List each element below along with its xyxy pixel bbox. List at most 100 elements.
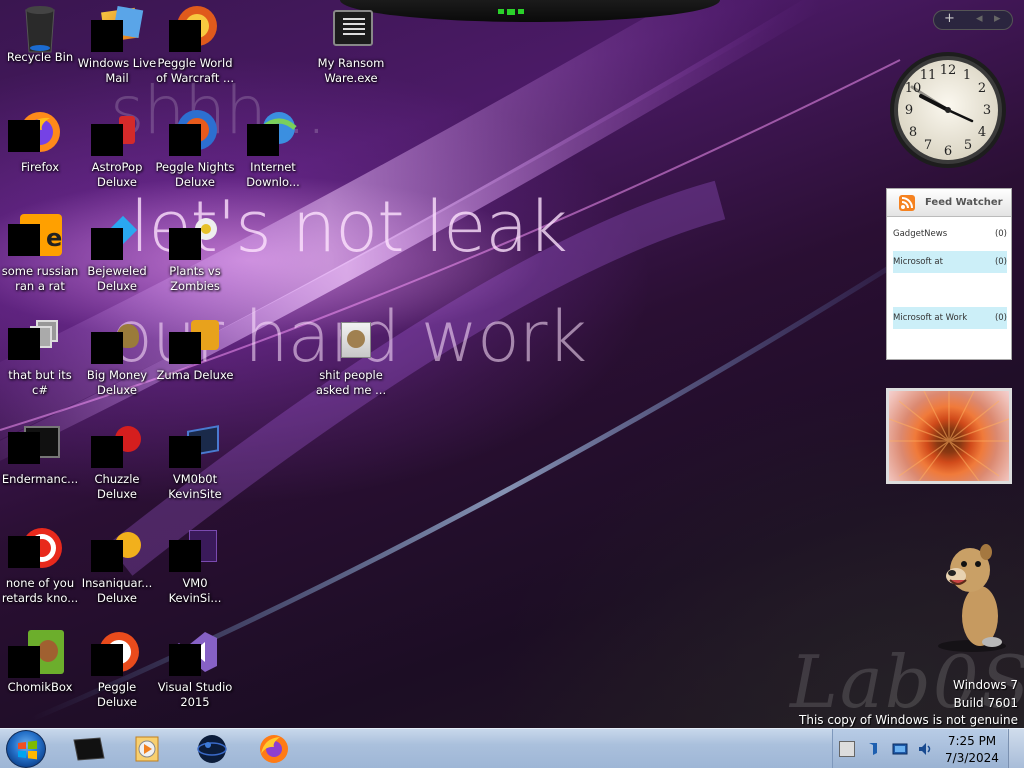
icon-label: Endermanc... [1,472,79,486]
feed-row-name: GadgetNews [893,229,948,239]
feed-row[interactable]: Microsoft at (0) [893,251,1007,273]
big-money-icon [91,316,141,364]
svg-text:11: 11 [920,68,937,83]
tray-overflow-icon[interactable] [839,741,855,757]
feed-row-count: (0) [994,257,1007,267]
taskbar-time[interactable]: 7:25 PM [936,734,1008,748]
icon-label: Zuma Deluxe [156,368,234,382]
feed-row-name: Microsoft at Work [893,313,968,323]
svg-text:7: 7 [924,138,932,153]
volume-icon[interactable] [917,741,933,757]
vm-site-icon [169,420,219,468]
redaction-box [8,646,40,678]
desktop-icon-some-russian[interactable]: e some russian ran a rat [0,212,80,294]
visual-studio-icon [169,628,219,676]
feed-row-count: (0) [994,229,1007,239]
feed-row-name: Microsoft at [893,257,943,267]
desktop-icon-chuzzle[interactable]: Chuzzle Deluxe [77,420,157,502]
redaction-box [169,436,201,468]
peggle-nights-icon [169,108,219,156]
orange-app-icon: e [8,212,64,260]
desktop-icon-peggle-wow[interactable]: Peggle World of Warcraft ... [155,4,235,86]
desktop-icon-my-ransomware[interactable]: My Ransom Ware.exe [311,4,391,86]
feed-row-count: (0) [994,313,1007,323]
desktop-icon-big-money[interactable]: Big Money Deluxe [77,316,157,398]
peggle-icon [91,628,141,676]
desktop-icon-recycle-bin[interactable]: Recycle Bin [0,4,80,65]
redaction-box [91,644,123,676]
add-gadget-button[interactable]: + [944,11,955,26]
icon-label: that but its c# [8,368,72,397]
svg-text:9: 9 [905,103,913,118]
feed-title: Feed Watcher [925,197,1003,208]
desktop-icon-astropop[interactable]: AstroPop Deluxe [77,108,157,190]
feed-row[interactable]: Microsoft at Work (0) [893,307,1007,329]
vm-purple-icon [169,524,219,572]
slideshow-gadget[interactable] [886,388,1012,484]
action-center-icon[interactable] [867,741,883,757]
next-gadget-button[interactable]: ▸ [994,11,1001,26]
terminal-icon [73,737,105,761]
taskbar-firefox-button[interactable] [248,732,300,766]
desktop-icon-endermanch[interactable]: Endermanc... [0,420,80,487]
desktop-icon-visual-studio[interactable]: Visual Studio 2015 [155,628,235,710]
redaction-box [169,540,201,572]
feed-row-empty [893,279,1007,297]
redaction-box [8,432,40,464]
prev-gadget-button[interactable]: ◂ [976,11,983,26]
icon-label: Internet Downlo... [246,160,300,189]
icon-label: Bejeweled Deluxe [87,264,147,293]
stacked-windows-icon [8,316,64,364]
desktop-icon-chomikbox[interactable]: ChomikBox [0,628,80,695]
desktop-icon-peggle-nights[interactable]: Peggle Nights Deluxe [155,108,235,190]
folder-icon [327,316,375,364]
taskbar-media-player-button[interactable] [122,732,174,766]
svg-text:4: 4 [978,125,986,140]
clock-gadget[interactable]: 12 12 345 678 91011 [888,50,1008,170]
taskbar-terminal-button[interactable] [62,732,114,766]
redaction-box [169,228,201,260]
desktop-icon-shit-people[interactable]: shit people asked me ... [311,316,391,398]
redaction-box [169,20,201,52]
executable-icon [327,4,375,52]
desktop-icon-pvz[interactable]: Plants vs Zombies [155,212,235,294]
taskbar-globe-button[interactable] [186,732,238,766]
windows-version: Windows 7 [952,678,1018,692]
red-circle-app-icon [8,524,64,572]
start-button[interactable] [6,730,46,768]
icon-label: AstroPop Deluxe [91,160,143,189]
svg-text:2: 2 [978,81,986,96]
icon-label: Big Money Deluxe [86,368,148,397]
redaction-box [8,120,40,152]
desktop-icon-none-of-you[interactable]: none of you retards kno... [0,524,80,606]
icon-label: VM0 KevinSi... [168,576,222,605]
windows-build: Build 7601 [953,696,1018,710]
network-icon[interactable] [891,741,909,757]
feed-row[interactable]: GadgetNews (0) [893,223,1007,245]
desktop-icon-windows-live-mail[interactable]: Windows Live Mail [77,4,157,86]
desktop[interactable]: shhh... let's not leak our hard work Rec… [0,0,1024,728]
gadget-controls: + ◂ ▸ [933,10,1013,30]
icon-label: VM0b0t KevinSite [168,472,222,501]
redaction-box [91,540,123,572]
desktop-icon-internet-download[interactable]: Internet Downlo... [233,108,313,190]
plants-vs-zombies-icon [169,212,219,260]
top-dock-bar [340,0,720,22]
desktop-icon-vm0[interactable]: VM0 KevinSi... [155,524,235,606]
desktop-icon-vm0b0t[interactable]: VM0b0t KevinSite [155,420,235,502]
desktop-icon-peggle-deluxe[interactable]: Peggle Deluxe [77,628,157,710]
redaction-box [169,644,201,676]
globe-icon [197,735,227,763]
feed-watcher-gadget[interactable]: Feed Watcher GadgetNews (0) Microsoft at… [886,188,1012,360]
desktop-icon-firefox[interactable]: Firefox [0,108,80,175]
desktop-icon-bejeweled[interactable]: Bejeweled Deluxe [77,212,157,294]
desktop-icon-insaniquarium[interactable]: Insaniquar... Deluxe [77,524,157,606]
desktop-icon-csharp[interactable]: that but its c# [0,316,80,398]
show-desktop-button[interactable] [1008,729,1024,768]
zuma-icon [169,316,219,364]
taskbar-date[interactable]: 7/3/2024 [936,751,1008,765]
icon-label: shit people asked me ... [315,368,387,397]
desktop-icon-zuma[interactable]: Zuma Deluxe [155,316,235,383]
feed-header: Feed Watcher [887,189,1011,217]
chuzzle-icon [91,420,141,468]
